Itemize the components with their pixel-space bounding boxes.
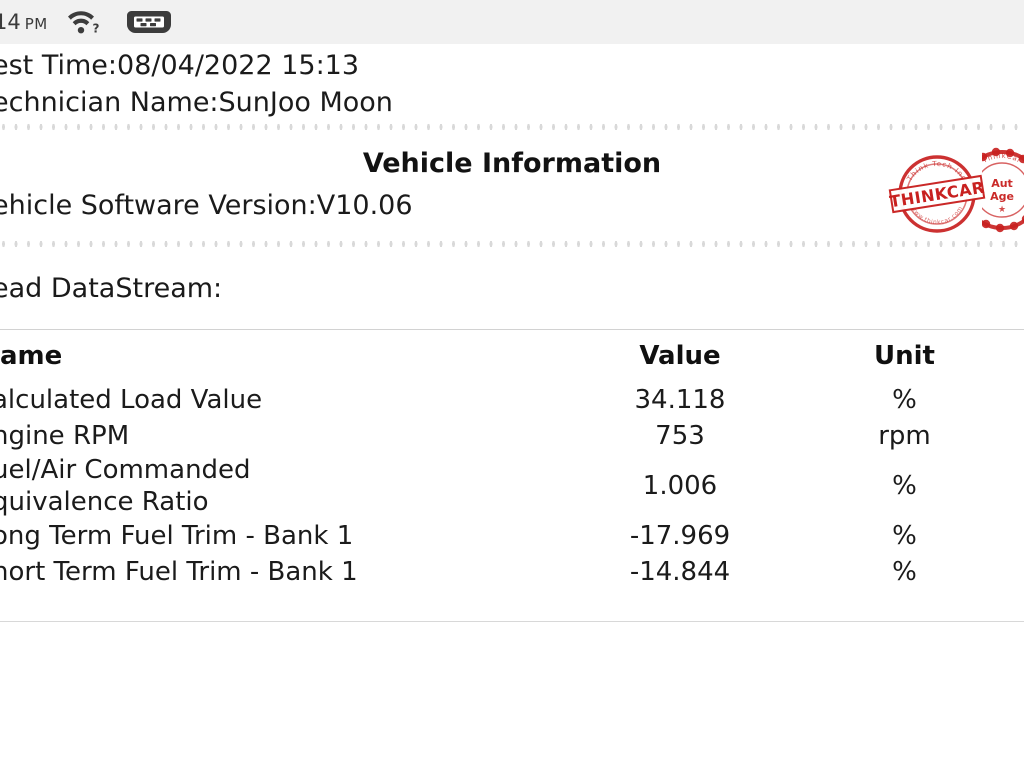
row-value: -17.969 — [629, 521, 731, 551]
row-value: 1.006 — [642, 471, 718, 501]
row-unit: % — [892, 471, 917, 501]
column-header-name: ame — [0, 341, 63, 371]
report-header: est Time:08/04/2022 15:13 echnician Name… — [0, 44, 1024, 121]
column-header-value: Value — [639, 341, 721, 371]
row-unit: % — [892, 385, 917, 415]
table-row: hort Term Fuel Trim - Bank 1 -14.844 % — [0, 554, 1024, 590]
wifi-unknown-icon[interactable]: ? — [67, 9, 102, 36]
table-header-row: ame Value Unit — [0, 330, 1024, 383]
row-unit: % — [892, 521, 917, 551]
test-time-line: est Time:08/04/2022 15:13 — [0, 50, 360, 81]
status-bar-ampm: PM — [24, 15, 48, 33]
report-page: est Time:08/04/2022 15:13 echnician Name… — [0, 44, 1024, 770]
datastream-table-header: ame Value Unit — [0, 330, 1024, 383]
row-name: ong Term Fuel Trim - Bank 1 — [0, 521, 354, 551]
usb-connector-icon[interactable] — [124, 8, 174, 36]
row-value: 34.118 — [634, 385, 726, 415]
status-bar: 14 PM ? — [0, 0, 1024, 44]
row-name: alculated Load Value — [0, 385, 263, 415]
datastream-table: ame Value Unit alculated Load Value 34.1… — [0, 329, 1024, 590]
datastream-table-body: alculated Load Value 34.118 % ngine RPM … — [0, 382, 1024, 590]
status-bar-clock: 14 PM — [0, 10, 48, 34]
row-value: -14.844 — [629, 557, 731, 587]
table-bottom-divider — [0, 621, 1024, 622]
row-name: hort Term Fuel Trim - Bank 1 — [0, 557, 358, 587]
technician-name-line: echnician Name:SunJoo Moon — [0, 87, 393, 118]
table-row: ong Term Fuel Trim - Bank 1 -17.969 % — [0, 518, 1024, 554]
dotted-divider-bottom — [0, 238, 1024, 250]
column-header-unit: Unit — [874, 341, 935, 371]
table-row: ngine RPM 753 rpm — [0, 418, 1024, 454]
vehicle-information-title: Vehicle Information — [362, 148, 662, 179]
table-row: uel/Air Commanded quivalence Ratio 1.006… — [0, 454, 1024, 518]
svg-text:?: ? — [92, 22, 99, 36]
read-datastream-label: ead DataStream: — [0, 273, 223, 304]
vehicle-information-section: Vehicle Information ehicle Software Vers… — [0, 133, 1024, 238]
dotted-divider-top — [0, 121, 1024, 133]
row-unit: rpm — [878, 421, 931, 451]
read-datastream-section: ead DataStream: ame Value Unit alculated… — [0, 250, 1024, 622]
table-row: alculated Load Value 34.118 % — [0, 382, 1024, 418]
vehicle-software-version-line: ehicle Software Version:V10.06 — [0, 190, 413, 221]
row-name: ngine RPM — [0, 421, 130, 451]
row-name: uel/Air Commanded quivalence Ratio — [0, 455, 251, 517]
row-unit: % — [892, 557, 917, 587]
status-bar-time-value: 14 — [0, 10, 21, 34]
row-value: 753 — [655, 421, 705, 451]
